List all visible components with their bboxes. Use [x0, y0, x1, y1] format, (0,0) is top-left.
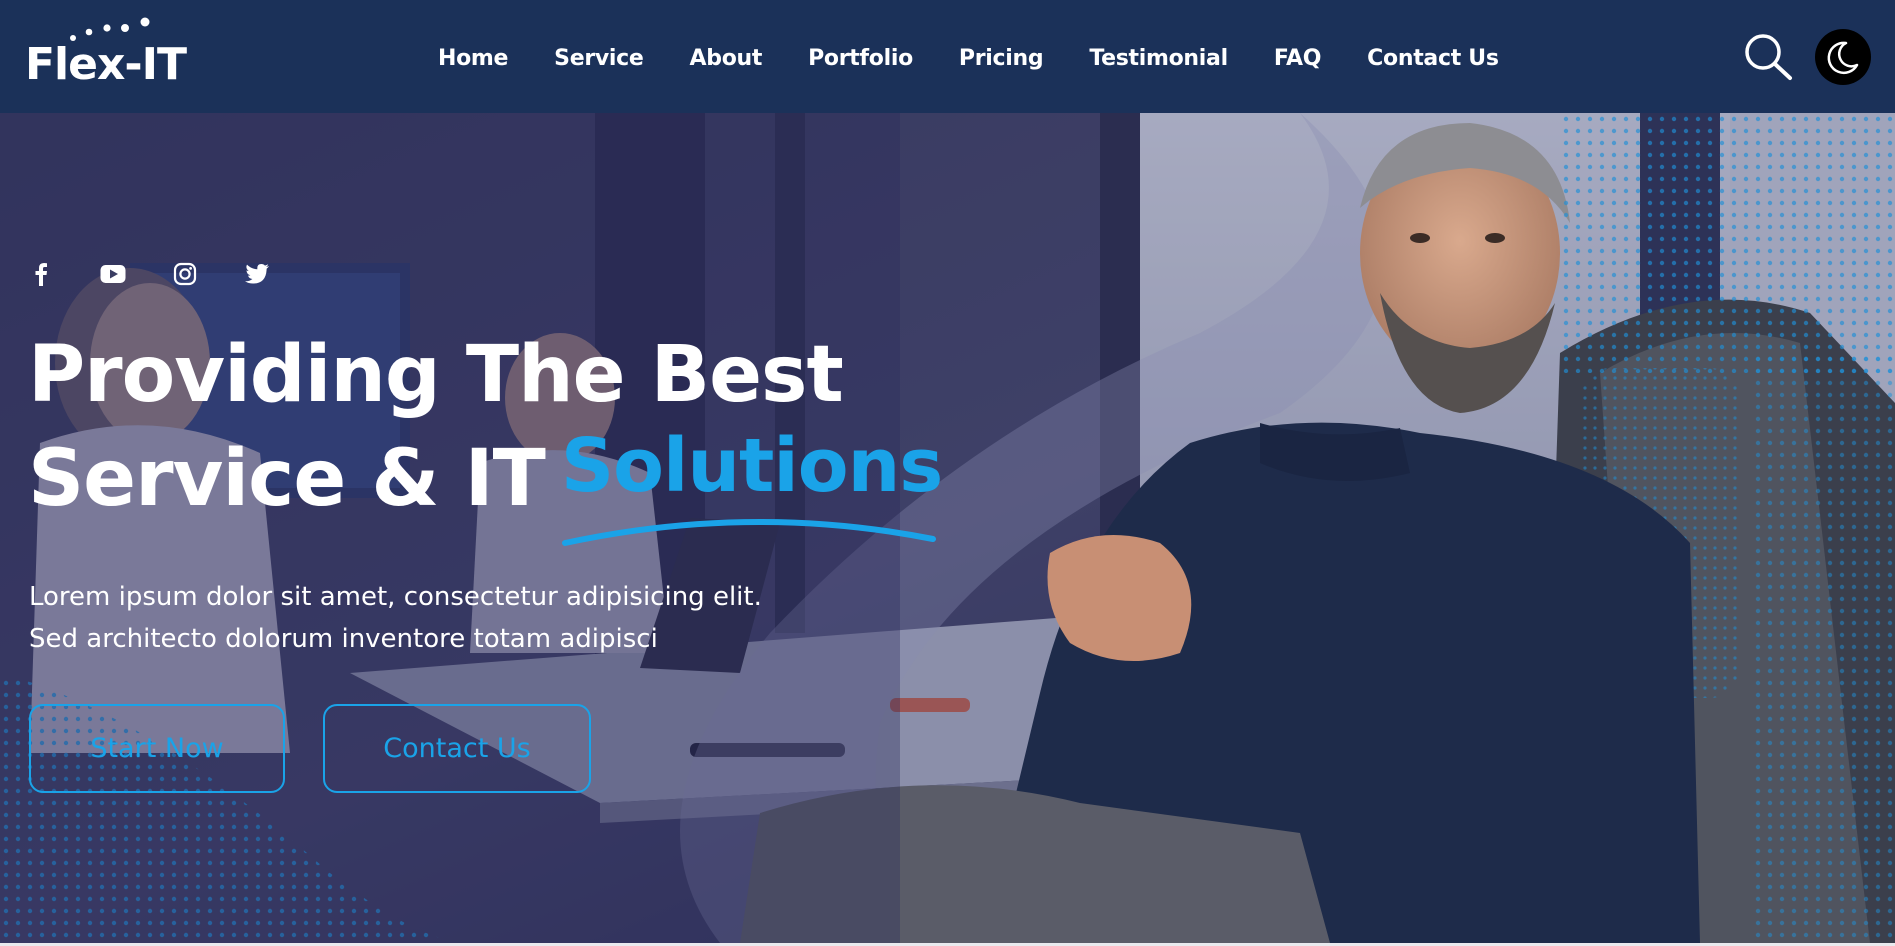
facebook-link[interactable] — [28, 261, 54, 287]
nav-item-pricing[interactable]: Pricing — [959, 46, 1044, 71]
facebook-icon — [35, 263, 47, 286]
twitter-link[interactable] — [244, 261, 270, 287]
hero-subtitle-line2: Sed architecto dolorum inventore totam a… — [29, 624, 658, 654]
hero-subtitle-line1: Lorem ipsum dolor sit amet, consectetur … — [29, 582, 762, 612]
contact-us-button[interactable]: Contact Us — [323, 704, 591, 793]
hero-section: Providing The Best Service & IT Solutions… — [0, 113, 1895, 943]
brand-logo[interactable]: Flex-IT — [25, 16, 187, 90]
brand-name: Flex-IT — [25, 39, 187, 90]
top-navbar: Flex-IT Home Service About Portfolio Pri… — [0, 0, 1895, 113]
instagram-icon — [173, 262, 197, 286]
theme-toggle-button[interactable] — [1815, 29, 1871, 85]
nav-item-portfolio[interactable]: Portfolio — [808, 46, 913, 71]
nav-item-faq[interactable]: FAQ — [1274, 46, 1322, 71]
hero-title-accent: Solutions — [560, 423, 943, 509]
nav-item-about[interactable]: About — [690, 46, 763, 71]
hero-title-line2-wrap: Service & IT Solutions — [28, 423, 943, 546]
youtube-icon — [100, 265, 126, 283]
hero-title-line2: Service & IT — [28, 434, 546, 524]
nav-item-contact-us[interactable]: Contact Us — [1367, 46, 1499, 71]
hero-title: Providing The Best Service & IT Solutions — [28, 323, 943, 546]
instagram-link[interactable] — [172, 261, 198, 287]
search-icon — [1745, 34, 1792, 80]
search-button[interactable] — [1742, 31, 1794, 83]
main-nav: Home Service About Portfolio Pricing Tes… — [438, 36, 1499, 80]
hero-title-line1: Providing The Best — [28, 330, 844, 420]
nav-item-home[interactable]: Home — [438, 46, 508, 71]
moon-icon — [1827, 41, 1859, 75]
underline-swoosh-icon — [561, 518, 936, 546]
nav-item-testimonial[interactable]: Testimonial — [1089, 46, 1228, 71]
hero-subtitle: Lorem ipsum dolor sit amet, consectetur … — [29, 576, 849, 660]
hero-title-accent-wrap: Solutions — [561, 423, 943, 546]
nav-item-service[interactable]: Service — [554, 46, 644, 71]
youtube-link[interactable] — [100, 261, 126, 287]
start-now-button[interactable]: Start Now — [29, 704, 285, 793]
twitter-icon — [245, 264, 269, 284]
social-links — [28, 261, 316, 287]
